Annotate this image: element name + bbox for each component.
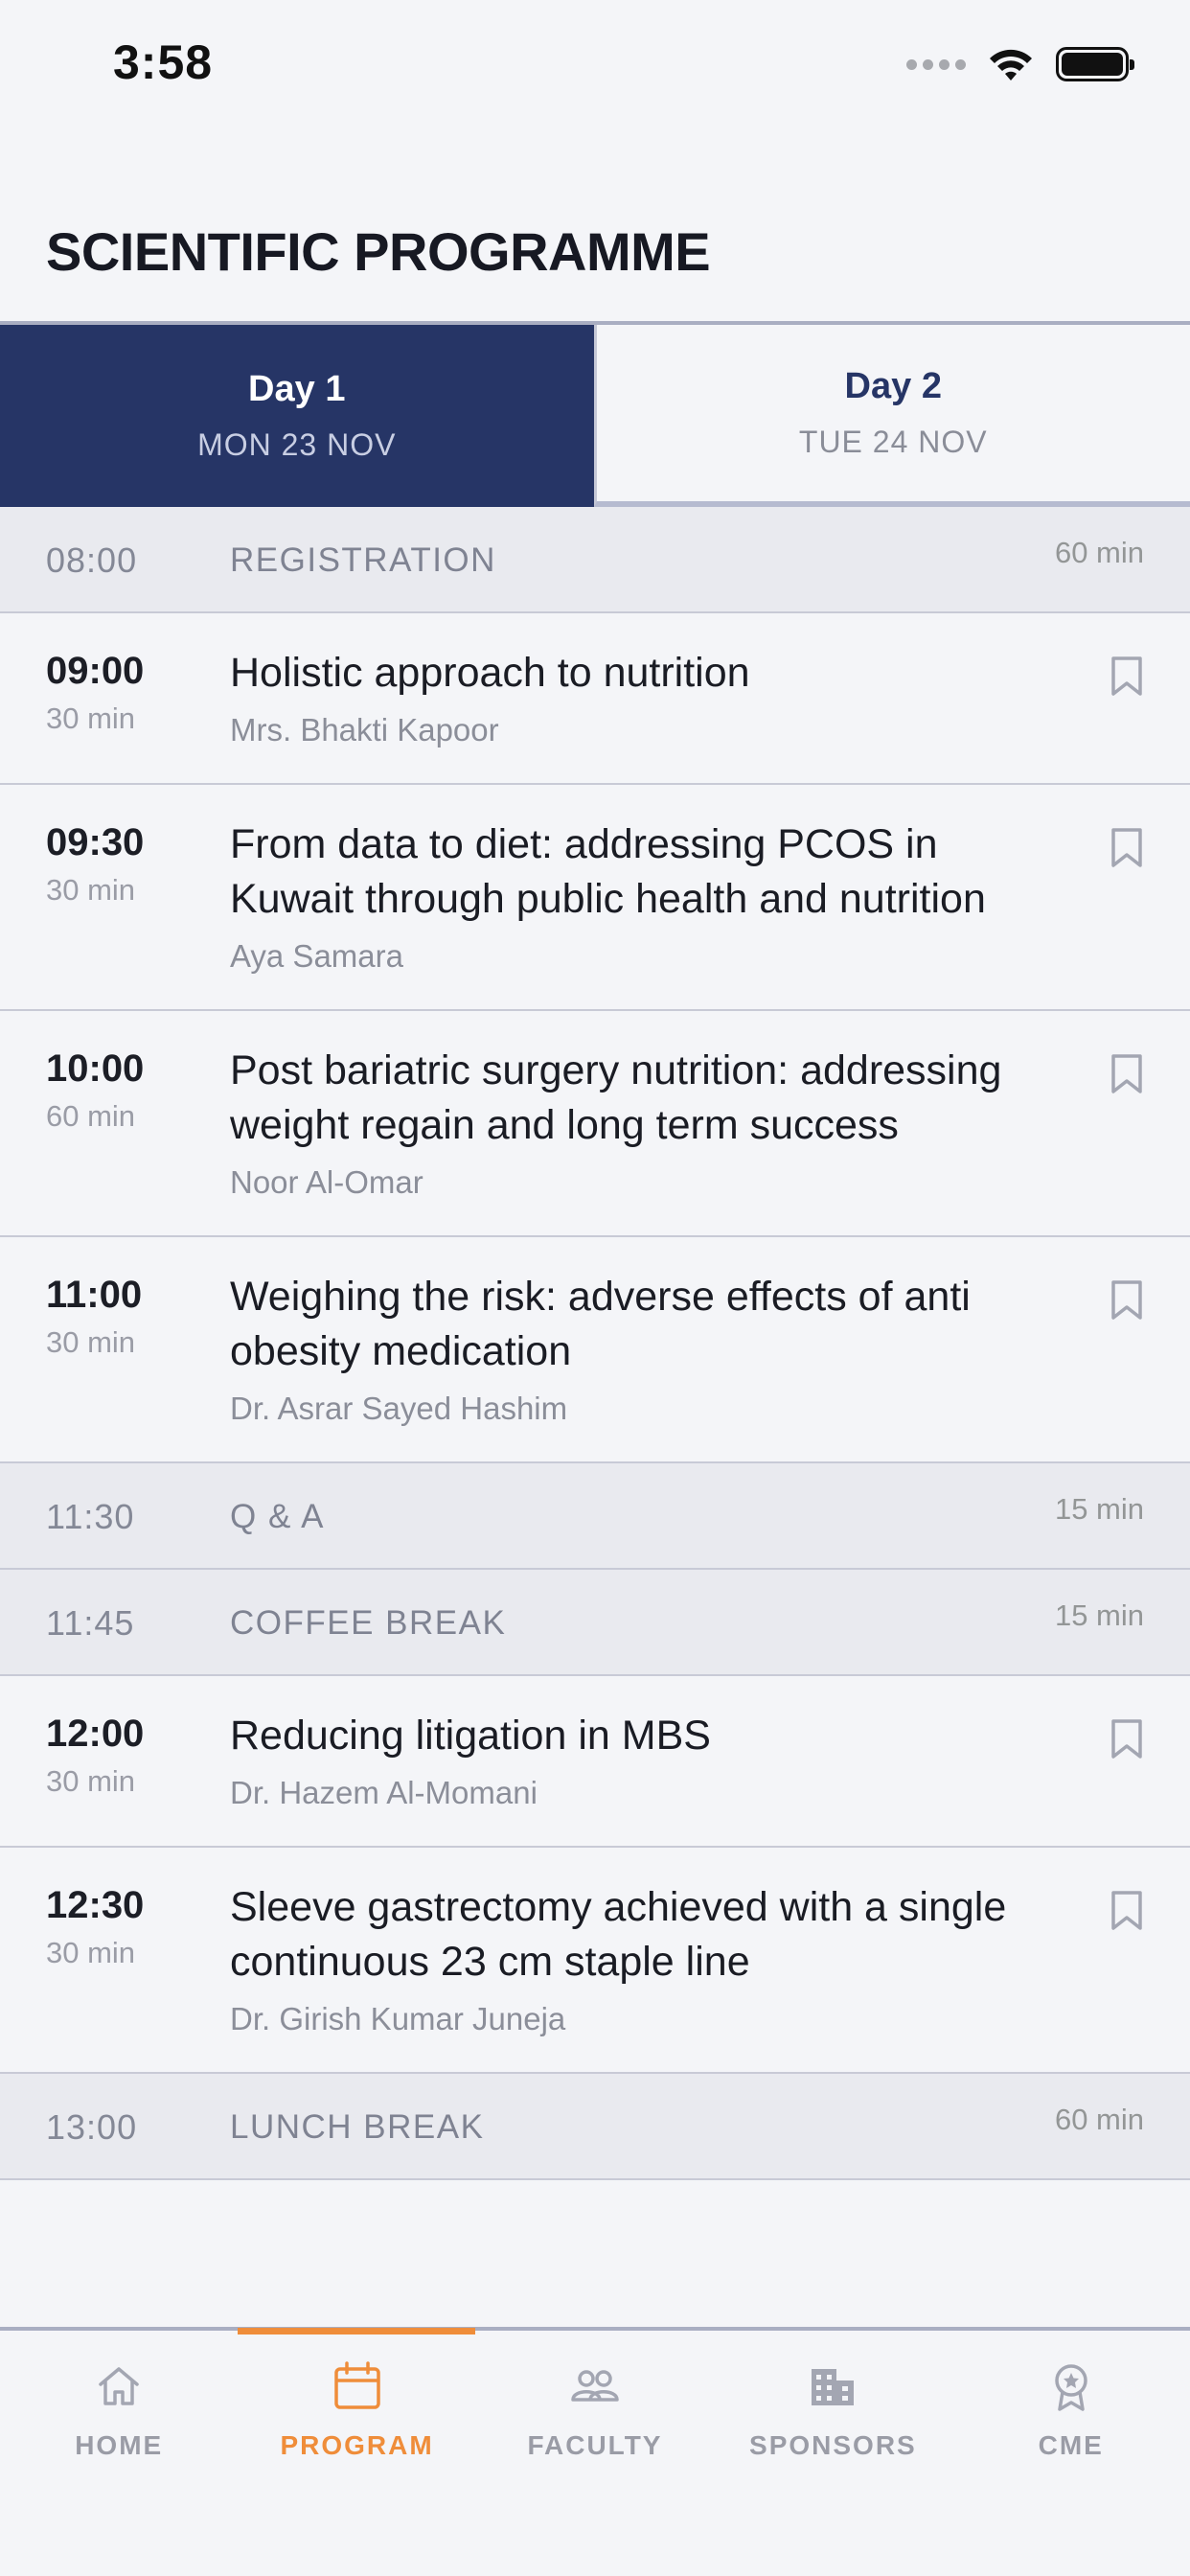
tab-label: SPONSORS bbox=[749, 2430, 917, 2460]
break-duration: 15 min bbox=[1054, 1492, 1144, 1526]
break-duration: 60 min bbox=[1054, 2103, 1144, 2136]
wifi-icon bbox=[990, 49, 1032, 80]
session-row[interactable]: 12:30 30 min Sleeve gastrectomy achieved… bbox=[0, 1848, 1190, 2074]
session-row[interactable]: 12:00 30 min Reducing litigation in MBS … bbox=[0, 1676, 1190, 1848]
break-row: 08:00 REGISTRATION 60 min bbox=[0, 507, 1190, 613]
break-duration: 60 min bbox=[1054, 536, 1144, 569]
break-row: 13:00 LUNCH BREAK 60 min bbox=[0, 2074, 1190, 2180]
tab-sponsors[interactable]: SPONSORS bbox=[714, 2331, 951, 2461]
home-icon bbox=[99, 2367, 139, 2405]
cellular-signal-icon bbox=[906, 58, 966, 70]
day-name: Day 2 bbox=[844, 366, 942, 406]
status-bar: 3:58 bbox=[0, 0, 1190, 134]
session-speaker: Dr. Asrar Sayed Hashim bbox=[230, 1391, 568, 1426]
day-selector: Day 1 MON 23 NOV Day 2 TUE 24 NOV bbox=[0, 325, 1190, 507]
break-row: 11:45 COFFEE BREAK 15 min bbox=[0, 1570, 1190, 1676]
session-title: Holistic approach to nutrition bbox=[230, 650, 750, 696]
session-speaker: Dr. Girish Kumar Juneja bbox=[230, 2001, 566, 2036]
bookmark-icon[interactable] bbox=[1110, 1718, 1144, 1760]
session-time: 12:00 bbox=[46, 1713, 145, 1755]
session-row[interactable]: 11:00 30 min Weighing the risk: adverse … bbox=[0, 1237, 1190, 1463]
tab-label: CME bbox=[1038, 2430, 1104, 2460]
session-title: Reducing litigation in MBS bbox=[230, 1713, 711, 1759]
bookmark-icon[interactable] bbox=[1110, 1053, 1144, 1095]
break-row: 11:30 Q & A 15 min bbox=[0, 1463, 1190, 1570]
break-duration: 15 min bbox=[1054, 1598, 1144, 1632]
session-time: 12:30 bbox=[46, 1884, 145, 1926]
tab-day-1[interactable]: Day 1 MON 23 NOV bbox=[0, 325, 594, 507]
session-title: From data to diet: addressing PCOS in Ku… bbox=[230, 821, 986, 922]
session-duration: 30 min bbox=[46, 873, 136, 907]
break-title: COFFEE BREAK bbox=[230, 1604, 507, 1642]
session-duration: 30 min bbox=[46, 1325, 136, 1359]
session-speaker: Aya Samara bbox=[230, 938, 403, 974]
calendar-icon bbox=[333, 2361, 380, 2409]
break-time: 11:30 bbox=[46, 1497, 135, 1536]
day-date: TUE 24 NOV bbox=[798, 425, 988, 459]
session-time: 10:00 bbox=[46, 1047, 145, 1090]
people-icon bbox=[571, 2370, 619, 2402]
session-speaker: Mrs. Bhakti Kapoor bbox=[230, 712, 499, 748]
tab-home[interactable]: HOME bbox=[0, 2331, 238, 2461]
active-tab-indicator bbox=[238, 2328, 475, 2334]
break-title: Q & A bbox=[230, 1498, 325, 1535]
day-date: MON 23 NOV bbox=[197, 427, 397, 462]
session-duration: 60 min bbox=[46, 1099, 136, 1133]
session-row[interactable]: 09:30 30 min From data to diet: addressi… bbox=[0, 785, 1190, 1011]
day-name: Day 1 bbox=[248, 369, 346, 409]
tab-day-2[interactable]: Day 2 TUE 24 NOV bbox=[593, 325, 1190, 507]
page-title: SCIENTIFIC PROGRAMME bbox=[46, 221, 711, 282]
break-time: 11:45 bbox=[46, 1603, 135, 1643]
session-row[interactable]: 09:00 30 min Holistic approach to nutrit… bbox=[0, 613, 1190, 785]
bottom-tab-bar: HOME PROGRAM FACULTY SPONSORS CME bbox=[0, 2327, 1190, 2576]
session-title: Post bariatric surgery nutrition: addres… bbox=[230, 1047, 1002, 1148]
bookmark-icon[interactable] bbox=[1110, 656, 1144, 698]
session-duration: 30 min bbox=[46, 1936, 136, 1969]
tab-label: HOME bbox=[75, 2430, 164, 2460]
tab-program[interactable]: PROGRAM bbox=[238, 2331, 475, 2461]
award-icon bbox=[1055, 2364, 1087, 2411]
session-title: Weighing the risk: adverse effects of an… bbox=[230, 1274, 971, 1374]
session-time: 11:00 bbox=[46, 1274, 143, 1316]
session-time: 09:00 bbox=[46, 650, 145, 692]
bookmark-icon[interactable] bbox=[1110, 1890, 1144, 1932]
schedule-list: 08:00 REGISTRATION 60 min 09:00 30 min H… bbox=[0, 507, 1190, 2327]
building-icon bbox=[812, 2369, 855, 2405]
session-time: 09:30 bbox=[46, 821, 145, 863]
break-time: 13:00 bbox=[46, 2107, 138, 2147]
session-duration: 30 min bbox=[46, 702, 136, 735]
session-speaker: Noor Al-Omar bbox=[230, 1164, 423, 1200]
status-indicators bbox=[906, 46, 1134, 82]
tab-label: FACULTY bbox=[527, 2430, 663, 2460]
tab-faculty[interactable]: FACULTY bbox=[476, 2331, 714, 2461]
bookmark-icon[interactable] bbox=[1110, 1279, 1144, 1322]
session-row[interactable]: 10:00 60 min Post bariatric surgery nutr… bbox=[0, 1011, 1190, 1237]
break-time: 08:00 bbox=[46, 540, 138, 580]
status-time: 3:58 bbox=[113, 35, 214, 89]
session-speaker: Dr. Hazem Al-Momani bbox=[230, 1775, 538, 1810]
session-title: Sleeve gastrectomy achieved with a singl… bbox=[230, 1884, 1007, 1985]
break-title: REGISTRATION bbox=[230, 541, 496, 579]
bookmark-icon[interactable] bbox=[1110, 827, 1144, 869]
break-title: LUNCH BREAK bbox=[230, 2108, 485, 2146]
tab-label: PROGRAM bbox=[280, 2430, 434, 2460]
session-duration: 30 min bbox=[46, 1764, 136, 1798]
battery-icon bbox=[1056, 47, 1134, 81]
tab-cme[interactable]: CME bbox=[952, 2331, 1190, 2461]
